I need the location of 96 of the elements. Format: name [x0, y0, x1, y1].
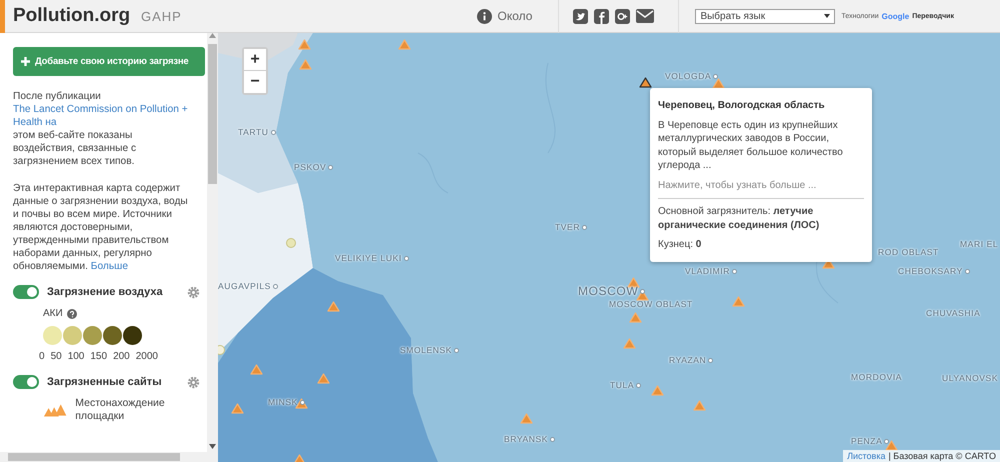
city-label: RYAZAN	[669, 355, 706, 365]
city-label: BRYANSK	[504, 434, 548, 444]
popup-description: В Череповце есть один из крупнейших металлургических заводов в России, который выделяет большое количество углерода ...	[658, 118, 844, 172]
zoom-out-button[interactable]: −	[244, 71, 266, 93]
city-label: SMOLENSK	[400, 345, 452, 355]
city-dot	[708, 358, 714, 362]
nav-link[interactable]: Около	[498, 9, 532, 23]
city-dot	[272, 284, 278, 288]
city-label: PSKOV	[294, 162, 326, 172]
twitter-icon[interactable]	[573, 8, 588, 24]
facebook-icon[interactable]	[594, 8, 610, 24]
add-story-button[interactable]: Добавьте свою историю загрязне	[13, 47, 205, 76]
site-marker-icon[interactable]	[250, 364, 263, 375]
legend-title: АКИ	[43, 307, 63, 320]
site-marker-icon[interactable]	[398, 39, 411, 50]
region-label: MOSCOW OBLAST	[609, 299, 693, 309]
layer-title: Загрязнение воздуха	[47, 286, 164, 298]
site-marker-icon[interactable]	[693, 400, 706, 411]
site-marker-icon[interactable]	[317, 373, 330, 384]
site-marker-icon[interactable]	[651, 385, 664, 396]
zoom-in-button[interactable]: +	[244, 49, 266, 71]
city-dot	[550, 436, 556, 442]
city-dot	[640, 288, 646, 294]
site-marker-icon[interactable]	[231, 403, 244, 414]
site-marker-icon[interactable]	[627, 277, 640, 288]
city-label: TULA	[610, 380, 634, 390]
map-attribution: | Базовая карта © CARTO	[888, 451, 996, 461]
region-label: ROD OBLAST	[878, 247, 939, 257]
site-marker-icon[interactable]	[293, 454, 306, 462]
city-dot	[732, 268, 737, 274]
about-text: Эта интерактивная карта содержит данные о загрязнении воздуха, воды и почвы во всем мире. Источники являются достоверными, утвержденными правительством наборами данных, регулярно обновляемыми. Больше	[13, 182, 189, 273]
intro-text: После публикации The Lancet Commission on Pollution + Health на этом веб-сайте показаны воздействия, связанные с загрязнением всех типов.	[13, 90, 191, 168]
site-marker-icon[interactable]	[520, 413, 533, 424]
horizontal-scrollbar[interactable]	[0, 452, 218, 462]
popup-pollutant: Основной загрязнитель: летучие органические соединения (ЛОС)	[658, 205, 820, 232]
city-dot	[636, 382, 642, 388]
lancet-link[interactable]: The Lancet Commission on Pollution + Health на	[13, 103, 191, 129]
layer-toggle[interactable]	[13, 285, 39, 299]
city-label: MINSK	[268, 397, 298, 407]
city-dot	[270, 130, 276, 134]
site-marker-icon[interactable]	[298, 39, 311, 50]
scroll-down-icon[interactable]	[209, 444, 216, 449]
site-marker-icon[interactable]	[327, 301, 340, 312]
settings-icon[interactable]	[187, 376, 200, 388]
legend-tick: 0	[39, 350, 45, 363]
caret-icon	[824, 14, 830, 18]
city-dot	[964, 268, 970, 274]
site-markers-icon	[43, 402, 68, 418]
city-label: TARTU	[238, 127, 269, 137]
city-label: AUGAVPILS	[218, 281, 271, 291]
partner-logo[interactable]: GAHP	[141, 8, 182, 24]
legend-label: Местонахождение площадки	[75, 397, 166, 423]
legend-tick: 200	[113, 350, 130, 363]
site-marker-icon[interactable]	[629, 312, 642, 323]
city-dot	[328, 164, 334, 170]
layer-title: Загрязненные сайты	[47, 376, 163, 388]
region-label: CHUVASHIA	[926, 308, 980, 318]
city-label: PENZA	[851, 436, 882, 446]
region-label: MORDOVIA	[851, 372, 902, 382]
legend-tick: 100	[68, 350, 84, 363]
google-plus-icon[interactable]	[615, 8, 630, 24]
region-label: MARI EL	[960, 239, 998, 249]
language-select[interactable]: Выбрать язык	[695, 8, 836, 24]
city-dot	[713, 74, 718, 78]
city-label: VOLOGDA	[665, 71, 712, 81]
leaflet-link[interactable]: Листовка	[847, 451, 886, 461]
mail-icon[interactable]	[636, 9, 654, 23]
google-logo: Google	[882, 12, 910, 20]
city-dot	[582, 224, 588, 230]
city-label: CHEBOKSARY	[898, 266, 963, 276]
info-icon	[476, 8, 492, 24]
city-dot	[300, 400, 305, 404]
city-dot	[404, 256, 409, 260]
site-marker-icon[interactable]	[639, 77, 652, 88]
site-marker-icon[interactable]	[299, 59, 312, 70]
city-label: MOSCOW	[578, 284, 638, 298]
city-dot	[884, 438, 890, 444]
popup-more-link[interactable]: Нажмите, чтобы узнать больше ...	[658, 178, 864, 192]
layer-toggle[interactable]	[13, 375, 39, 389]
city-label: TVER	[555, 222, 580, 232]
popup-title: Череповец, Вологодская область	[658, 99, 826, 112]
site-marker-icon[interactable]	[623, 338, 636, 349]
popup-count: Кузнец: 0	[658, 238, 702, 252]
city-dot	[454, 348, 460, 352]
legend-tick: 2000	[136, 350, 158, 363]
legend-tick: 50	[50, 350, 62, 363]
legend-tick: 150	[90, 350, 108, 363]
more-link[interactable]: Больше	[90, 261, 128, 272]
city-label: VLADIMIR	[685, 266, 730, 276]
settings-icon[interactable]	[187, 286, 200, 298]
help-icon[interactable]	[66, 308, 77, 318]
plus-icon	[21, 57, 30, 66]
site-marker-icon[interactable]	[732, 296, 745, 307]
vertical-scrollbar[interactable]	[207, 33, 218, 452]
city-label: ULYANOVSK	[942, 373, 998, 383]
city-label: VELIKIYE LUKI	[335, 253, 402, 263]
